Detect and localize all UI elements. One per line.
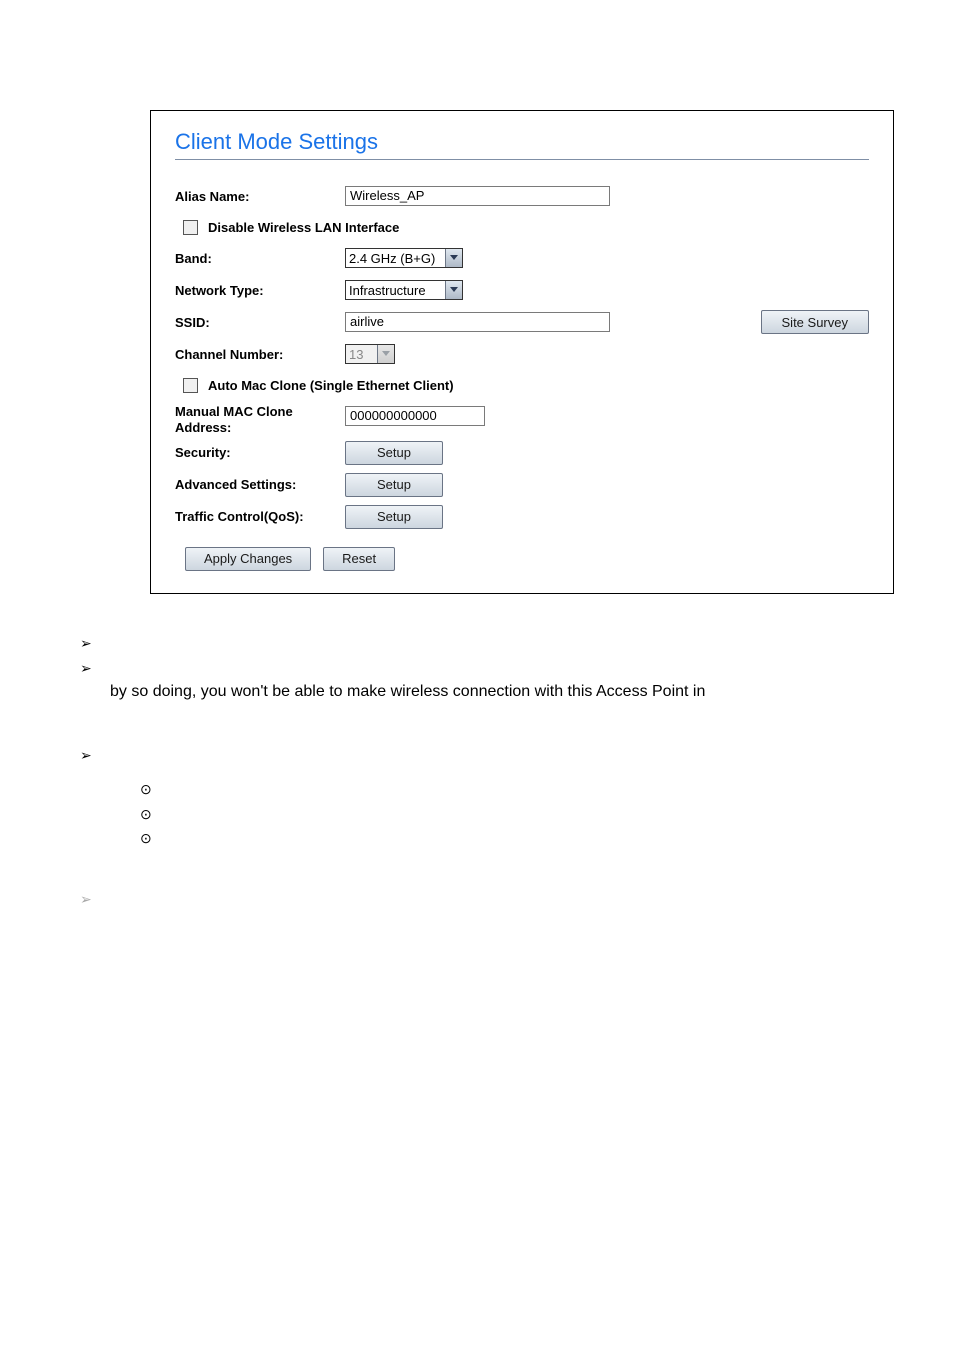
disable-wlan-label: Disable Wireless LAN Interface	[208, 220, 399, 235]
manual-mac-input[interactable]: 000000000000	[345, 406, 485, 426]
sub-bullet-item: ⊙	[80, 801, 894, 825]
security-label: Security:	[175, 445, 345, 460]
alias-row: Alias Name: Wireless_AP	[175, 180, 869, 212]
security-row: Security: Setup	[175, 437, 869, 469]
circle-dot-icon: ⊙	[140, 803, 166, 825]
action-row: Apply Changes Reset	[175, 547, 869, 571]
network-type-row: Network Type: Infrastructure	[175, 274, 869, 306]
bullet-icon: ➢	[80, 657, 110, 679]
advanced-label: Advanced Settings:	[175, 477, 345, 492]
advanced-setup-button[interactable]: Setup	[345, 473, 443, 497]
qos-row: Traffic Control(QoS): Setup	[175, 501, 869, 533]
auto-mac-row[interactable]: Auto Mac Clone (Single Ethernet Client)	[175, 370, 869, 400]
bullet-item: ➢	[80, 885, 894, 910]
document-text: ➢ ➢ by so doing, you won't be able to ma…	[0, 594, 954, 911]
ssid-row: SSID: airlive Site Survey	[175, 306, 869, 338]
panel-title: Client Mode Settings	[175, 129, 869, 155]
security-setup-button[interactable]: Setup	[345, 441, 443, 465]
channel-value: 13	[349, 347, 363, 362]
bullet-item: ➢	[80, 629, 894, 654]
bullet-icon: ➢	[80, 888, 110, 910]
paragraph: by so doing, you won't be able to make w…	[80, 679, 894, 705]
panel-divider	[175, 159, 869, 160]
alias-label: Alias Name:	[175, 189, 345, 204]
disable-wlan-row[interactable]: Disable Wireless LAN Interface	[175, 212, 869, 242]
qos-setup-button[interactable]: Setup	[345, 505, 443, 529]
band-row: Band: 2.4 GHz (B+G)	[175, 242, 869, 274]
channel-label: Channel Number:	[175, 347, 345, 362]
network-type-label: Network Type:	[175, 283, 345, 298]
ssid-input[interactable]: airlive	[345, 312, 610, 332]
sub-bullet-item: ⊙	[80, 825, 894, 849]
circle-dot-icon: ⊙	[140, 778, 166, 800]
auto-mac-checkbox[interactable]	[183, 378, 198, 393]
band-label: Band:	[175, 251, 345, 266]
chevron-down-icon	[445, 249, 462, 267]
sub-bullet-item: ⊙	[80, 776, 894, 800]
manual-mac-row: Manual MAC Clone Address: 000000000000	[175, 400, 869, 437]
auto-mac-label: Auto Mac Clone (Single Ethernet Client)	[208, 378, 454, 393]
network-type-select[interactable]: Infrastructure	[345, 280, 463, 300]
circle-dot-icon: ⊙	[140, 827, 166, 849]
manual-mac-label: Manual MAC Clone Address:	[175, 402, 345, 437]
advanced-row: Advanced Settings: Setup	[175, 469, 869, 501]
bullet-icon: ➢	[80, 744, 110, 766]
bullet-item: ➢	[80, 741, 894, 766]
client-mode-settings-panel: Client Mode Settings Alias Name: Wireles…	[150, 110, 894, 594]
alias-name-input[interactable]: Wireless_AP	[345, 186, 610, 206]
channel-row: Channel Number: 13	[175, 338, 869, 370]
apply-changes-button[interactable]: Apply Changes	[185, 547, 311, 571]
bullet-item: ➢	[80, 654, 894, 679]
bullet-icon: ➢	[80, 632, 110, 654]
chevron-down-icon	[445, 281, 462, 299]
chevron-down-icon	[377, 345, 394, 363]
channel-select: 13	[345, 344, 395, 364]
disable-wlan-checkbox[interactable]	[183, 220, 198, 235]
site-survey-button[interactable]: Site Survey	[761, 310, 869, 334]
band-value: 2.4 GHz (B+G)	[349, 251, 435, 266]
ssid-label: SSID:	[175, 315, 345, 330]
network-type-value: Infrastructure	[349, 283, 426, 298]
reset-button[interactable]: Reset	[323, 547, 395, 571]
qos-label: Traffic Control(QoS):	[175, 509, 345, 524]
band-select[interactable]: 2.4 GHz (B+G)	[345, 248, 463, 268]
